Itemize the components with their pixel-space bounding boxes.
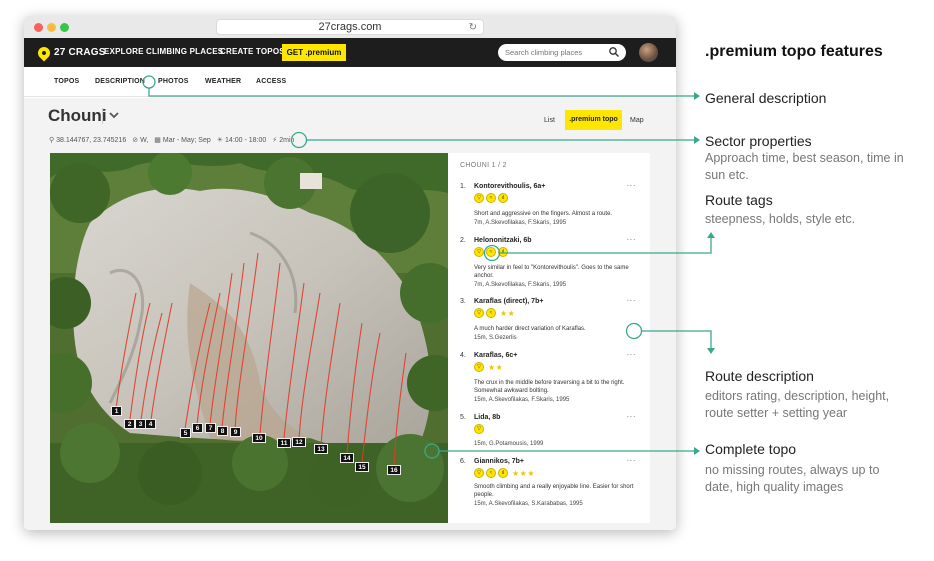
features-heading: .premium topo features [705, 43, 883, 60]
callout-sector-properties: Sector properties [705, 133, 812, 149]
callout-route-description-detail: editors rating, description, height, rou… [705, 389, 890, 420]
callout-route-description: Route description [705, 368, 814, 384]
callout-general-description: General description [705, 90, 827, 106]
callout-complete-topo: Complete topo [705, 441, 797, 457]
callout-sector-properties-detail: Approach time, best season, time in sun … [705, 151, 904, 182]
callout-route-tags: Route tags [705, 192, 773, 208]
callout-route-tags-detail: steepness, holds, style etc. [705, 212, 856, 226]
callout-complete-topo-detail: no missing routes, always up to date, hi… [705, 463, 880, 494]
page: 27crags.com ↻ 27 CRAGS EXPLORE CLIMBING … [0, 0, 934, 561]
